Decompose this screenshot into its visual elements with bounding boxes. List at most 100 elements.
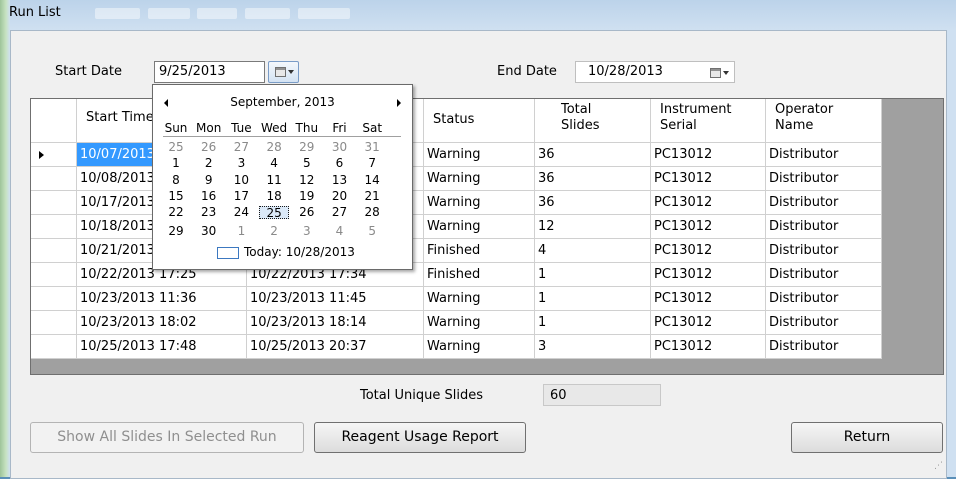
return-button[interactable]: Return [791,422,943,453]
cell-total-slides[interactable]: 1 [535,263,651,287]
row-header[interactable] [31,191,77,215]
calendar-day[interactable]: 18 [259,190,289,203]
cell-total-slides[interactable]: 12 [535,215,651,239]
cell-instrument-serial[interactable]: PC13012 [651,239,766,263]
calendar-day[interactable]: 2 [259,225,289,238]
row-header[interactable] [31,335,77,359]
calendar-day[interactable]: 29 [161,225,191,238]
cell-status[interactable]: Warning [424,311,535,335]
row-header[interactable] [31,263,77,287]
calendar-day[interactable]: 14 [357,174,387,187]
cell-operator-name[interactable]: Distributor [766,239,882,263]
calendar-day[interactable]: 13 [325,174,355,187]
calendar-day[interactable]: 4 [325,225,355,238]
calendar-day[interactable]: 30 [325,141,355,154]
cell-operator-name[interactable]: Distributor [766,311,882,335]
cell-status[interactable]: Finished [424,263,535,287]
cell-start-time[interactable]: 10/23/2013 11:36 [77,287,247,311]
calendar-day[interactable]: 17 [226,190,256,203]
calendar-day[interactable]: 4 [259,157,289,170]
cell-total-slides[interactable]: 1 [535,311,651,335]
cell-operator-name[interactable]: Distributor [766,287,882,311]
column-header-status[interactable]: Status [424,99,535,143]
row-header[interactable] [31,167,77,191]
column-header-total-slides[interactable]: Total Slides [535,99,651,143]
cell-status[interactable]: Warning [424,287,535,311]
cell-total-slides[interactable]: 4 [535,239,651,263]
calendar-day[interactable]: 12 [292,174,322,187]
row-header[interactable] [31,239,77,263]
calendar-day[interactable]: 28 [357,206,387,219]
calendar-day[interactable]: 5 [357,225,387,238]
calendar-day[interactable]: 15 [161,190,191,203]
calendar-day[interactable]: 27 [325,206,355,219]
table-row[interactable]: 10/23/2013 11:36 10/23/2013 11:45 Warning 1… [31,287,882,311]
calendar-day[interactable]: 28 [259,141,289,154]
row-header[interactable] [31,311,77,335]
cell-instrument-serial[interactable]: PC13012 [651,167,766,191]
cell-instrument-serial[interactable]: PC13012 [651,263,766,287]
calendar-day[interactable]: 27 [226,141,256,154]
cell-end-time[interactable]: 10/25/2013 20:37 [247,335,424,359]
column-header-operator-name[interactable]: Operator Name [766,99,882,143]
column-header-instrument-serial[interactable]: Instrument Serial [651,99,766,143]
cell-instrument-serial[interactable]: PC13012 [651,215,766,239]
calendar-day[interactable]: 7 [357,157,387,170]
start-date-input[interactable]: 9/25/2013 [154,61,265,83]
cell-operator-name[interactable]: Distributor [766,143,882,167]
cell-start-time[interactable]: 10/23/2013 18:02 [77,311,247,335]
calendar-day[interactable]: 19 [292,190,322,203]
cell-operator-name[interactable]: Distributor [766,167,882,191]
cell-status[interactable]: Finished [424,239,535,263]
start-date-picker-button[interactable] [268,61,299,83]
calendar-day[interactable]: 16 [194,190,224,203]
cell-total-slides[interactable]: 36 [535,167,651,191]
cell-status[interactable]: Warning [424,167,535,191]
cell-status[interactable]: Warning [424,215,535,239]
calendar-day[interactable]: 30 [194,225,224,238]
cell-instrument-serial[interactable]: PC13012 [651,143,766,167]
calendar-day[interactable]: 23 [194,206,224,219]
cell-status[interactable]: Warning [424,143,535,167]
cell-instrument-serial[interactable]: PC13012 [651,335,766,359]
resize-grip-icon[interactable]: ⋰ [934,461,943,471]
cell-total-slides[interactable]: 36 [535,143,651,167]
cell-status[interactable]: Warning [424,191,535,215]
cell-total-slides[interactable]: 1 [535,287,651,311]
calendar-day[interactable]: 21 [357,190,387,203]
cell-instrument-serial[interactable]: PC13012 [651,191,766,215]
row-header[interactable] [31,215,77,239]
calendar-month-label[interactable]: September, 2013 [153,95,412,109]
cell-instrument-serial[interactable]: PC13012 [651,311,766,335]
calendar-day[interactable]: 20 [325,190,355,203]
calendar-day[interactable]: 1 [161,157,191,170]
calendar-day[interactable]: 11 [259,174,289,187]
calendar-day[interactable]: 22 [161,206,191,219]
cell-operator-name[interactable]: Distributor [766,215,882,239]
table-row[interactable]: 10/23/2013 18:02 10/23/2013 18:14 Warning 1… [31,311,882,335]
calendar-day[interactable]: 31 [357,141,387,154]
cell-end-time[interactable]: 10/23/2013 18:14 [247,311,424,335]
cell-instrument-serial[interactable]: PC13012 [651,287,766,311]
calendar-day[interactable]: 24 [226,206,256,219]
calendar-day[interactable]: 2 [194,157,224,170]
show-all-slides-button[interactable]: Show All Slides In Selected Run [30,422,304,453]
reagent-usage-report-button[interactable]: Reagent Usage Report [314,422,526,453]
calendar-day[interactable]: 8 [161,174,191,187]
cell-operator-name[interactable]: Distributor [766,191,882,215]
cell-start-time[interactable]: 10/25/2013 17:48 [77,335,247,359]
calendar-day[interactable]: 3 [226,157,256,170]
table-row[interactable]: 10/25/2013 17:48 10/25/2013 20:37 Warning 3… [31,335,882,359]
cell-status[interactable]: Warning [424,335,535,359]
calendar-day[interactable]: 26 [194,141,224,154]
end-date-input[interactable]: 10/28/2013 [575,61,735,83]
calendar-day[interactable]: 26 [292,206,322,219]
calendar-day[interactable]: 10 [226,174,256,187]
end-date-picker-button[interactable] [703,62,734,84]
row-header[interactable] [31,287,77,311]
title-bar[interactable]: Run List [0,0,956,28]
today-link[interactable]: Today: 10/28/2013 [244,245,355,259]
cell-end-time[interactable]: 10/23/2013 11:45 [247,287,424,311]
calendar-day[interactable]: 29 [292,141,322,154]
calendar-day[interactable]: 3 [292,225,322,238]
